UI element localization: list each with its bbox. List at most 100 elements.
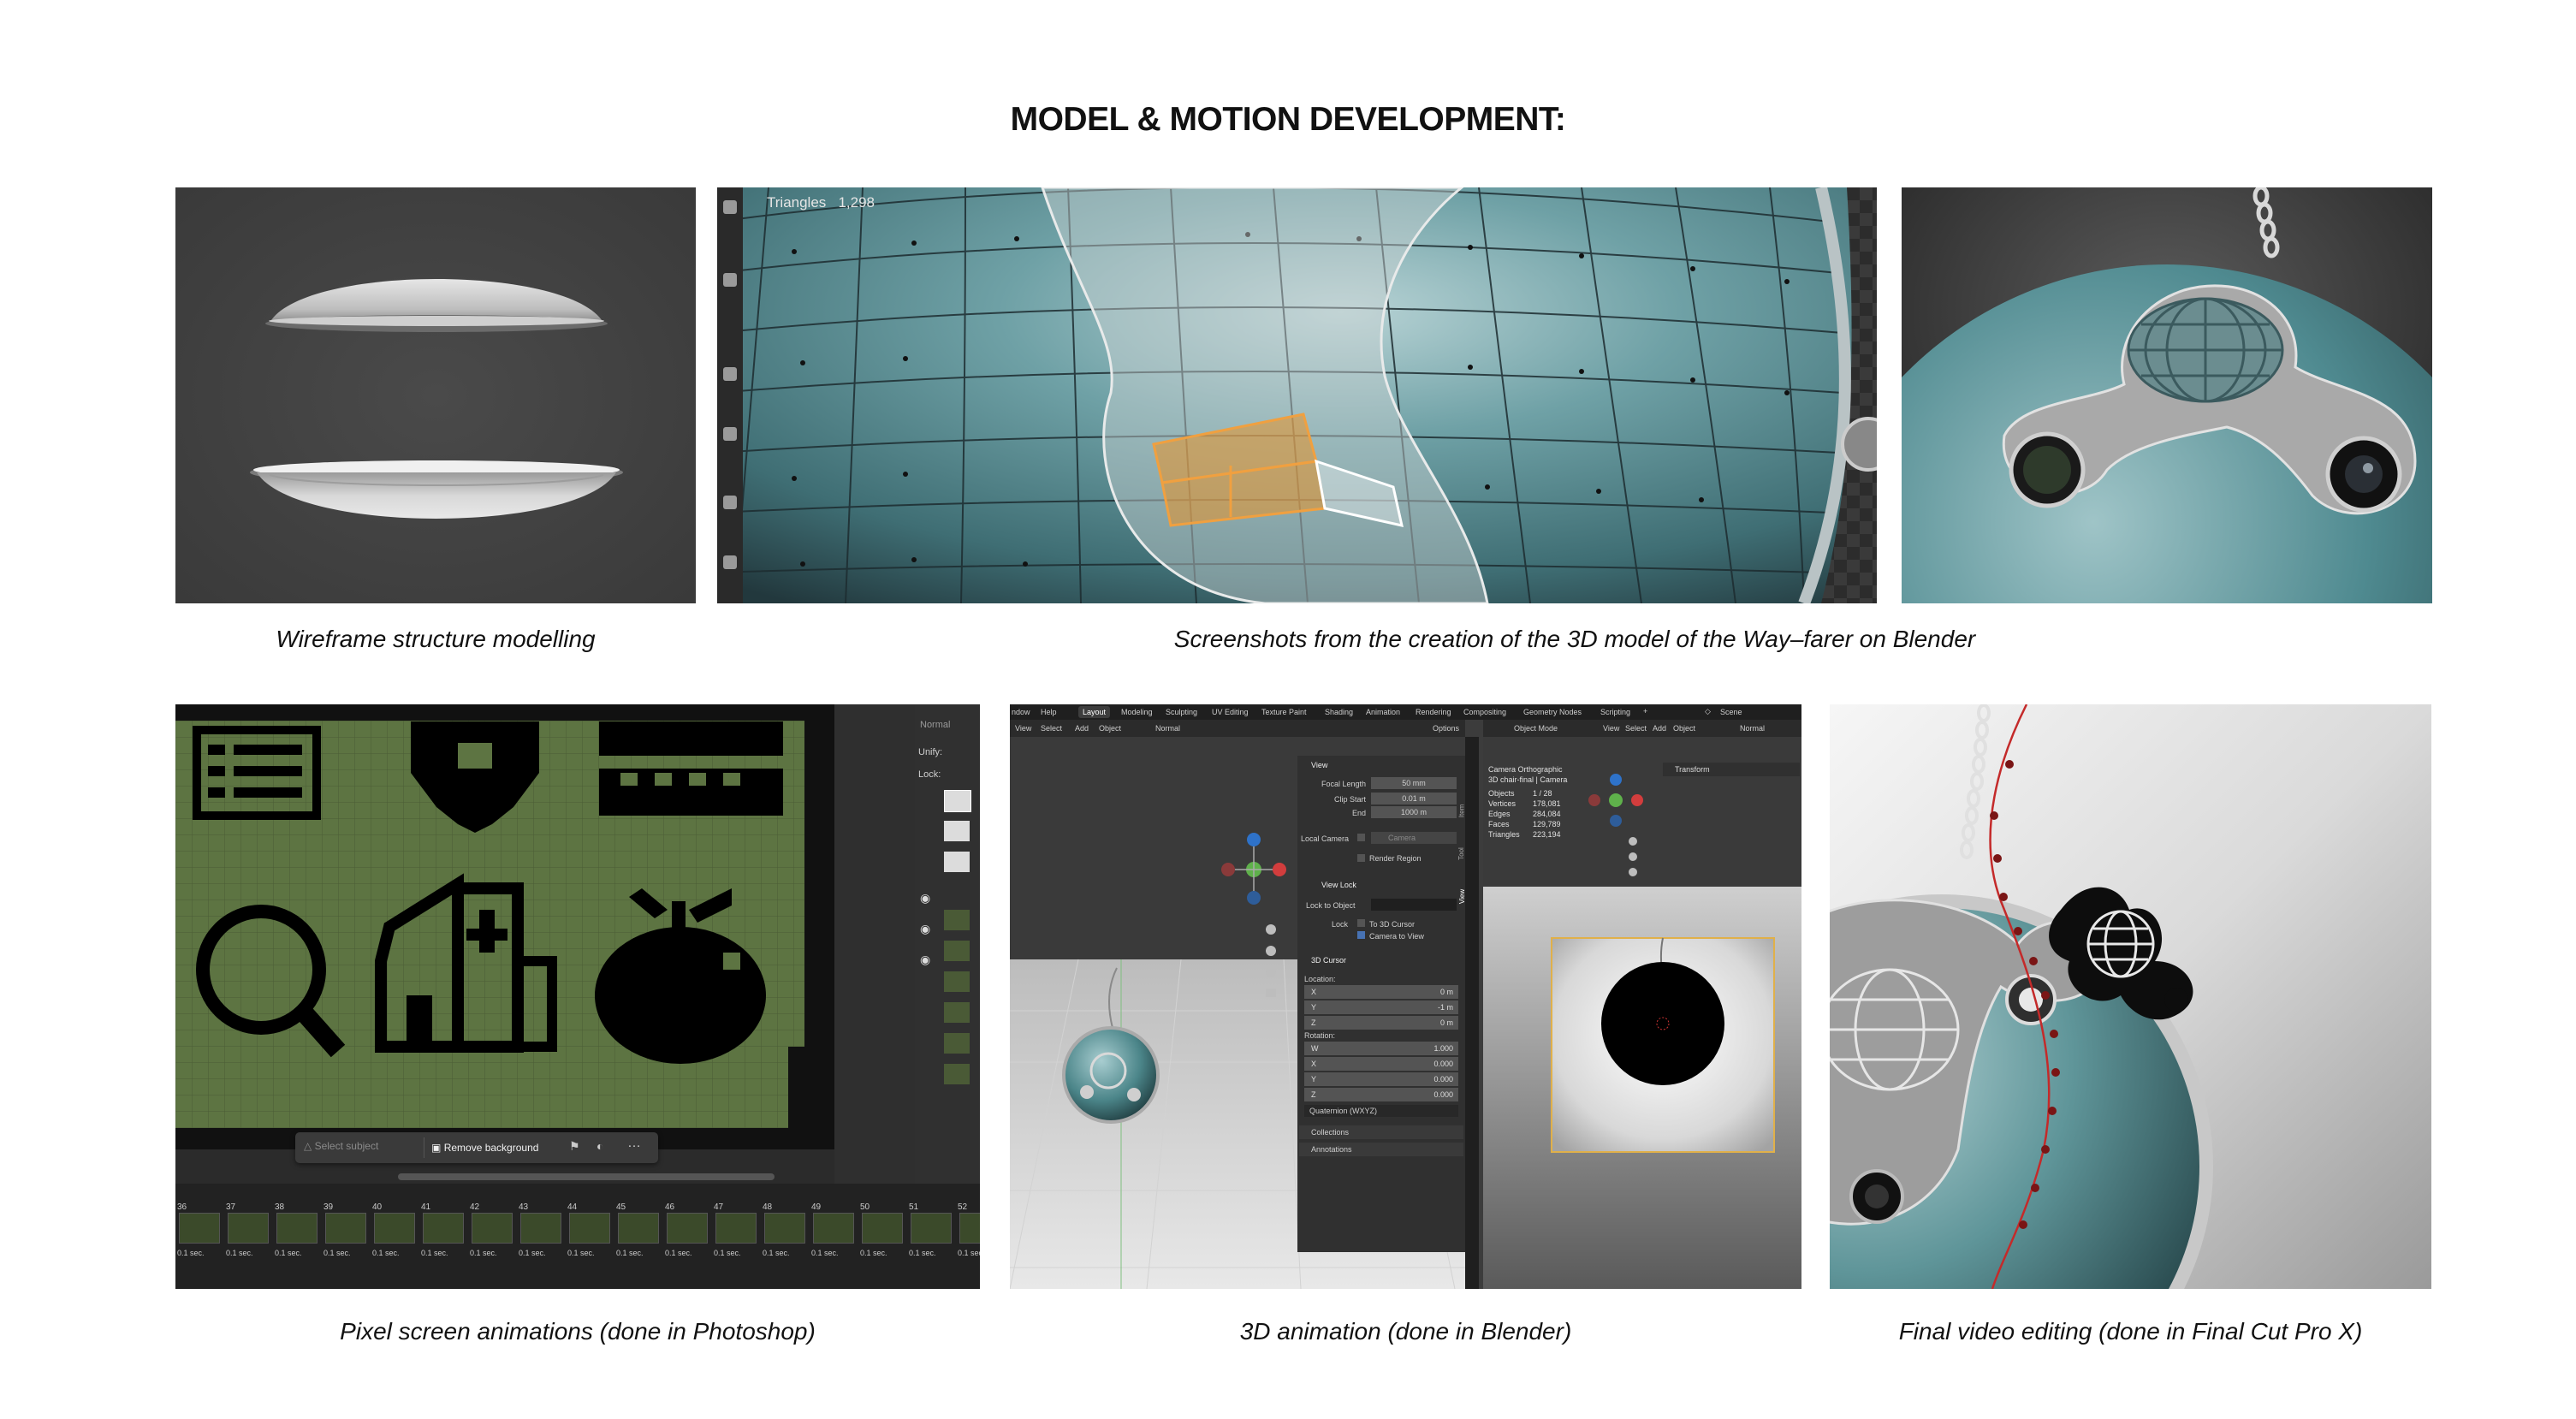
tab-view[interactable]: View [1458,889,1466,904]
frame-thumbnail[interactable] [813,1213,854,1244]
camera-to-view-checkbox[interactable] [1357,931,1365,939]
local-camera-checkbox[interactable] [1357,834,1365,841]
remove-background-button[interactable]: ▣ Remove background [424,1137,560,1158]
frame-delay[interactable]: 0.1 sec. [470,1249,497,1257]
frame-thumbnail[interactable] [667,1213,708,1244]
frame-thumbnail[interactable] [228,1213,269,1244]
menu-object[interactable]: Object [1099,724,1121,733]
frame-delay[interactable]: 0.1 sec. [567,1249,595,1257]
rotation-mode-dropdown[interactable]: Quaternion (WXYZ) [1304,1105,1458,1117]
frame-thumbnail[interactable] [423,1213,464,1244]
frame-delay[interactable]: 0.1 sec. [665,1249,692,1257]
timeline-frame[interactable]: 40 0.1 sec. [371,1202,417,1271]
flag-icon[interactable]: ⚑ [569,1139,580,1154]
frame-delay[interactable]: 0.1 sec. [958,1249,980,1257]
timeline-frame[interactable]: 48 0.1 sec. [761,1202,807,1271]
select-subject-button[interactable]: △ Select subject [304,1140,419,1155]
layer-thumb[interactable] [944,852,970,872]
location-row[interactable]: X 0 m [1304,985,1458,999]
frame-delay[interactable]: 0.1 sec. [616,1249,644,1257]
rotation-row[interactable]: X 0.000 [1304,1057,1458,1071]
options-button[interactable]: Options [1433,724,1459,733]
view-section-header[interactable]: View [1311,761,1327,769]
frame-delay[interactable]: 0.1 sec. [372,1249,400,1257]
timeline-frame[interactable]: 47 0.1 sec. [712,1202,758,1271]
frame-thumbnail[interactable] [862,1213,903,1244]
timeline-frame[interactable]: 46 0.1 sec. [663,1202,709,1271]
cursor-section-header[interactable]: 3D Cursor [1311,956,1346,965]
menu-help[interactable]: Help [1041,708,1057,716]
camera-field[interactable]: Camera [1371,832,1457,844]
tab-layout[interactable]: Layout [1078,706,1111,718]
frame-delay[interactable]: 0.1 sec. [323,1249,351,1257]
frame-delay[interactable]: 0.1 sec. [860,1249,887,1257]
focal-length-field[interactable]: 50 mm [1371,777,1457,789]
frame-delay[interactable]: 0.1 sec. [811,1249,839,1257]
layer-thumb[interactable] [944,1064,970,1084]
tab-modeling[interactable]: Modeling [1121,708,1153,716]
timeline-frame[interactable]: 43 0.1 sec. [517,1202,563,1271]
location-row[interactable]: Y -1 m [1304,1000,1458,1014]
timeline-frame[interactable]: 45 0.1 sec. [614,1202,661,1271]
menu-select[interactable]: Select [1041,724,1062,733]
layer-thumb[interactable] [944,941,970,961]
tab-sculpting[interactable]: Sculpting [1166,708,1197,716]
rotation-row[interactable]: W 1.000 [1304,1042,1458,1055]
layer-thumb[interactable] [944,1033,970,1054]
timeline-frame[interactable]: 50 0.1 sec. [858,1202,905,1271]
frame-delay[interactable]: 0.1 sec. [763,1249,790,1257]
frame-delay[interactable]: 0.1 sec. [714,1249,741,1257]
eye-icon[interactable]: ◉ [920,953,930,967]
rotation-row[interactable]: Z 0.000 [1304,1088,1458,1101]
clip-start-field[interactable]: 0.01 m [1371,793,1457,804]
timeline-frame[interactable]: 37 0.1 sec. [224,1202,270,1271]
location-row[interactable]: Z 0 m [1304,1016,1458,1030]
frame-thumbnail[interactable] [618,1213,659,1244]
frame-delay[interactable]: 0.1 sec. [275,1249,302,1257]
frame-thumbnail[interactable] [959,1213,980,1244]
frame-thumbnail[interactable] [325,1213,366,1244]
right-menu-select[interactable]: Select [1625,724,1647,733]
tab-rendering[interactable]: Rendering [1416,708,1451,716]
frame-thumbnail[interactable] [764,1213,805,1244]
right-menu-object[interactable]: Object [1673,724,1695,733]
object-mode-dropdown[interactable]: Object Mode [1514,724,1558,733]
timeline-frame[interactable]: 38 0.1 sec. [273,1202,319,1271]
render-region-checkbox[interactable] [1357,854,1365,862]
timeline-frame[interactable]: 42 0.1 sec. [468,1202,514,1271]
tab-animation[interactable]: Animation [1366,708,1400,716]
timeline-frame[interactable]: 39 0.1 sec. [322,1202,368,1271]
lock-to-object-field[interactable] [1371,899,1457,911]
timeline-frame[interactable]: 49 0.1 sec. [810,1202,856,1271]
timeline-frame[interactable]: 51 0.1 sec. [907,1202,953,1271]
normal-dropdown[interactable]: Normal [1155,724,1180,733]
to-3d-cursor-checkbox[interactable] [1357,919,1365,927]
frame-thumbnail[interactable] [911,1213,952,1244]
collections-header[interactable]: Collections [1299,1125,1463,1139]
frame-delay[interactable]: 0.1 sec. [909,1249,936,1257]
frame-thumbnail[interactable] [569,1213,610,1244]
tab-texture-paint[interactable]: Texture Paint [1261,708,1307,716]
frame-thumbnail[interactable] [276,1213,318,1244]
frame-thumbnail[interactable] [715,1213,757,1244]
tab-shading[interactable]: Shading [1325,708,1353,716]
layer-thumb[interactable] [944,790,971,812]
frame-thumbnail[interactable] [472,1213,513,1244]
half-circle-icon[interactable]: ◐ [597,1139,603,1153]
timeline-frame[interactable]: 52 0.1 sec. [956,1202,980,1271]
layer-thumb[interactable] [944,971,970,992]
annotations-header[interactable]: Annotations [1299,1143,1463,1156]
menu-window[interactable]: ndow [1012,708,1030,716]
timeline-frame[interactable]: 44 0.1 sec. [566,1202,612,1271]
frame-delay[interactable]: 0.1 sec. [177,1249,205,1257]
tab-scripting[interactable]: Scripting [1600,708,1630,716]
tab-geometry-nodes[interactable]: Geometry Nodes [1523,708,1582,716]
tab-item[interactable]: Item [1457,804,1465,818]
normal-blend-mode[interactable]: Normal [920,720,950,730]
layer-thumb[interactable] [944,821,970,841]
frame-thumbnail[interactable] [520,1213,561,1244]
menu-add[interactable]: Add [1075,724,1089,733]
scene-label[interactable]: Scene [1720,708,1742,716]
more-icon[interactable]: … [627,1136,641,1151]
right-normal-dropdown[interactable]: Normal [1740,724,1765,733]
